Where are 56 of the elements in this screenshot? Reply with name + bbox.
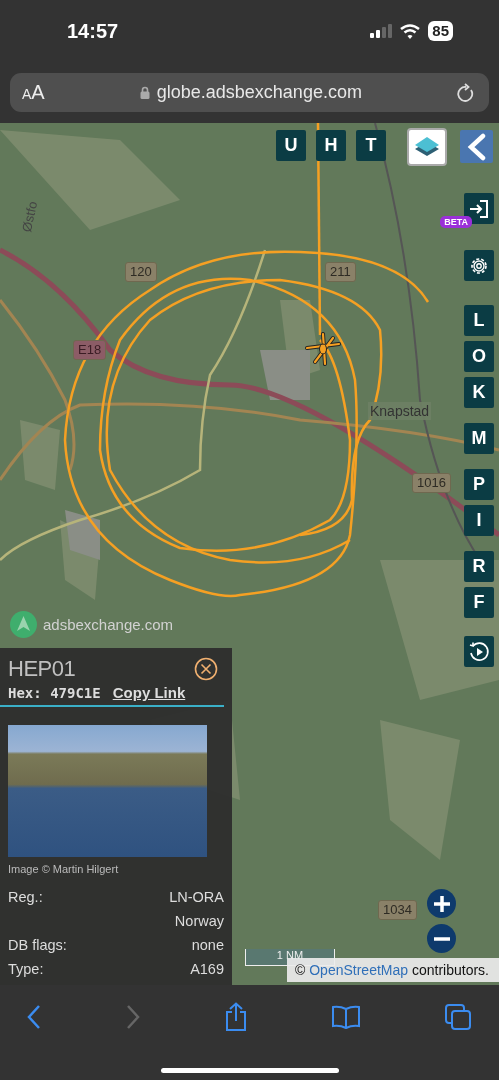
road-number-label: 211	[325, 262, 356, 282]
signal-icon	[370, 24, 393, 38]
status-time: 14:57	[67, 19, 119, 43]
minus-icon	[432, 936, 451, 941]
reload-icon[interactable]	[457, 82, 475, 103]
field-value: A169	[190, 960, 224, 979]
address-bar[interactable]: AA globe.adsbexchange.com	[10, 73, 489, 112]
field-label: DB flags:	[8, 936, 67, 955]
callsign-title: HEP01	[8, 656, 76, 682]
field-value: Norway	[174, 912, 224, 931]
map-toggle-button[interactable]: T	[356, 130, 386, 161]
bookmarks-icon[interactable]	[331, 1005, 361, 1029]
settings-button[interactable]	[464, 250, 494, 281]
url-text: globe.adsbexchange.com	[156, 82, 362, 103]
back-icon[interactable]	[26, 1004, 42, 1030]
map-toggle-button[interactable]: P	[464, 469, 494, 500]
field-value: LN-ORA	[169, 888, 224, 907]
map-attribution: © OpenStreetMap contributors.	[287, 958, 499, 982]
field-label: Reg.:	[8, 888, 43, 907]
settings-icon	[469, 255, 489, 276]
hex-code: Hex: 479C1E	[8, 685, 101, 701]
replay-icon	[468, 640, 490, 663]
chevron-left-icon	[465, 132, 488, 161]
road-number-label: 1034	[378, 900, 417, 920]
tabs-icon[interactable]	[444, 1003, 472, 1031]
layers-button[interactable]	[407, 128, 447, 166]
plus-icon	[432, 894, 451, 913]
text-size-button[interactable]: AA	[22, 81, 45, 104]
replay-button[interactable]	[464, 636, 494, 667]
photo-credit: Image © Martin Hilgert	[8, 863, 120, 875]
map-toggle-button[interactable]: M	[464, 423, 494, 454]
battery-level: 85	[428, 21, 453, 41]
field-value: none	[191, 936, 224, 955]
road-number-label: 120	[125, 262, 157, 282]
close-button[interactable]	[194, 657, 218, 681]
map-toggle-button[interactable]: H	[316, 130, 346, 161]
share-icon[interactable]	[224, 1002, 248, 1032]
field-label: Type:	[8, 960, 44, 979]
map-toggle-button[interactable]: O	[464, 341, 494, 372]
beta-badge: BETA	[440, 216, 472, 228]
login-icon	[469, 198, 489, 219]
wifi-icon	[400, 23, 421, 39]
map-toggle-button[interactable]: I	[464, 505, 494, 536]
road-number-label: 1016	[412, 473, 451, 493]
map-toggle-button[interactable]: U	[276, 130, 306, 161]
map-toggle-button[interactable]: K	[464, 377, 494, 408]
collapse-button[interactable]	[460, 130, 493, 163]
lock-icon	[139, 86, 150, 99]
map-toggle-button[interactable]: F	[464, 587, 494, 618]
road-number-label: E18	[73, 340, 107, 360]
place-label: Knapstad	[368, 402, 432, 420]
brand-text: adsbexchange.com	[43, 616, 174, 633]
map-toggle-button[interactable]: L	[464, 305, 494, 336]
map-toggle-button[interactable]: R	[464, 551, 494, 582]
copy-link[interactable]: Copy Link	[112, 684, 186, 701]
adsbexchange-logo-icon	[10, 611, 37, 638]
